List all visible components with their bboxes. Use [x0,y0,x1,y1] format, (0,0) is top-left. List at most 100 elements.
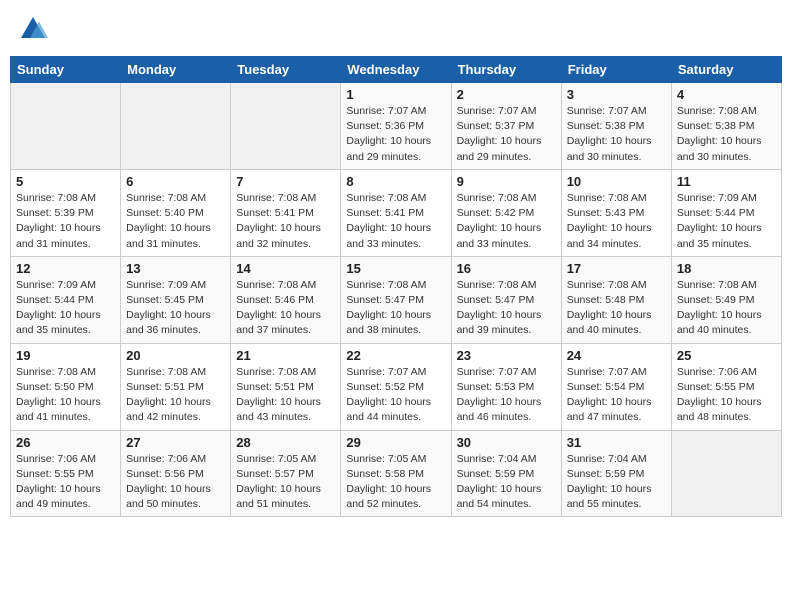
day-number: 13 [126,261,225,276]
calendar-day-cell: 27 Sunrise: 7:06 AMSunset: 5:56 PMDaylig… [121,430,231,517]
day-info: Sunrise: 7:07 AMSunset: 5:52 PMDaylight:… [346,365,445,426]
day-info: Sunrise: 7:08 AMSunset: 5:42 PMDaylight:… [457,191,556,252]
day-number: 25 [677,348,776,363]
weekday-header-wednesday: Wednesday [341,57,451,83]
calendar-day-cell: 6 Sunrise: 7:08 AMSunset: 5:40 PMDayligh… [121,169,231,256]
calendar-day-cell: 18 Sunrise: 7:08 AMSunset: 5:49 PMDaylig… [671,256,781,343]
day-info: Sunrise: 7:08 AMSunset: 5:43 PMDaylight:… [567,191,666,252]
calendar-day-cell: 20 Sunrise: 7:08 AMSunset: 5:51 PMDaylig… [121,343,231,430]
calendar-day-cell: 9 Sunrise: 7:08 AMSunset: 5:42 PMDayligh… [451,169,561,256]
day-number: 28 [236,435,335,450]
calendar-day-cell: 31 Sunrise: 7:04 AMSunset: 5:59 PMDaylig… [561,430,671,517]
day-number: 8 [346,174,445,189]
calendar-day-cell: 2 Sunrise: 7:07 AMSunset: 5:37 PMDayligh… [451,83,561,170]
day-number: 23 [457,348,556,363]
calendar-day-cell: 22 Sunrise: 7:07 AMSunset: 5:52 PMDaylig… [341,343,451,430]
day-number: 29 [346,435,445,450]
calendar-day-cell [671,430,781,517]
day-info: Sunrise: 7:07 AMSunset: 5:37 PMDaylight:… [457,104,556,165]
day-info: Sunrise: 7:08 AMSunset: 5:49 PMDaylight:… [677,278,776,339]
weekday-header-monday: Monday [121,57,231,83]
calendar-week-row: 19 Sunrise: 7:08 AMSunset: 5:50 PMDaylig… [11,343,782,430]
day-info: Sunrise: 7:08 AMSunset: 5:51 PMDaylight:… [126,365,225,426]
day-number: 20 [126,348,225,363]
calendar-day-cell: 17 Sunrise: 7:08 AMSunset: 5:48 PMDaylig… [561,256,671,343]
day-info: Sunrise: 7:08 AMSunset: 5:40 PMDaylight:… [126,191,225,252]
day-info: Sunrise: 7:06 AMSunset: 5:56 PMDaylight:… [126,452,225,513]
day-number: 27 [126,435,225,450]
day-info: Sunrise: 7:08 AMSunset: 5:46 PMDaylight:… [236,278,335,339]
calendar-day-cell: 1 Sunrise: 7:07 AMSunset: 5:36 PMDayligh… [341,83,451,170]
day-info: Sunrise: 7:07 AMSunset: 5:54 PMDaylight:… [567,365,666,426]
day-info: Sunrise: 7:08 AMSunset: 5:41 PMDaylight:… [346,191,445,252]
calendar-day-cell: 4 Sunrise: 7:08 AMSunset: 5:38 PMDayligh… [671,83,781,170]
day-number: 5 [16,174,115,189]
calendar-day-cell: 23 Sunrise: 7:07 AMSunset: 5:53 PMDaylig… [451,343,561,430]
calendar-day-cell: 28 Sunrise: 7:05 AMSunset: 5:57 PMDaylig… [231,430,341,517]
day-info: Sunrise: 7:06 AMSunset: 5:55 PMDaylight:… [677,365,776,426]
day-number: 16 [457,261,556,276]
logo-icon [18,14,48,44]
calendar-day-cell: 26 Sunrise: 7:06 AMSunset: 5:55 PMDaylig… [11,430,121,517]
weekday-header-tuesday: Tuesday [231,57,341,83]
day-number: 18 [677,261,776,276]
day-info: Sunrise: 7:05 AMSunset: 5:58 PMDaylight:… [346,452,445,513]
day-info: Sunrise: 7:08 AMSunset: 5:39 PMDaylight:… [16,191,115,252]
calendar-day-cell: 12 Sunrise: 7:09 AMSunset: 5:44 PMDaylig… [11,256,121,343]
calendar-day-cell: 29 Sunrise: 7:05 AMSunset: 5:58 PMDaylig… [341,430,451,517]
day-number: 26 [16,435,115,450]
calendar-week-row: 5 Sunrise: 7:08 AMSunset: 5:39 PMDayligh… [11,169,782,256]
weekday-header-row: SundayMondayTuesdayWednesdayThursdayFrid… [11,57,782,83]
calendar-day-cell: 25 Sunrise: 7:06 AMSunset: 5:55 PMDaylig… [671,343,781,430]
day-number: 19 [16,348,115,363]
day-number: 21 [236,348,335,363]
calendar-week-row: 12 Sunrise: 7:09 AMSunset: 5:44 PMDaylig… [11,256,782,343]
day-number: 9 [457,174,556,189]
calendar-day-cell: 10 Sunrise: 7:08 AMSunset: 5:43 PMDaylig… [561,169,671,256]
day-info: Sunrise: 7:08 AMSunset: 5:47 PMDaylight:… [346,278,445,339]
day-info: Sunrise: 7:09 AMSunset: 5:45 PMDaylight:… [126,278,225,339]
calendar-day-cell: 8 Sunrise: 7:08 AMSunset: 5:41 PMDayligh… [341,169,451,256]
day-number: 11 [677,174,776,189]
day-info: Sunrise: 7:07 AMSunset: 5:53 PMDaylight:… [457,365,556,426]
day-info: Sunrise: 7:09 AMSunset: 5:44 PMDaylight:… [677,191,776,252]
calendar-day-cell [121,83,231,170]
calendar-day-cell: 5 Sunrise: 7:08 AMSunset: 5:39 PMDayligh… [11,169,121,256]
weekday-header-friday: Friday [561,57,671,83]
day-info: Sunrise: 7:05 AMSunset: 5:57 PMDaylight:… [236,452,335,513]
day-number: 30 [457,435,556,450]
day-info: Sunrise: 7:04 AMSunset: 5:59 PMDaylight:… [457,452,556,513]
day-number: 24 [567,348,666,363]
day-number: 6 [126,174,225,189]
day-info: Sunrise: 7:09 AMSunset: 5:44 PMDaylight:… [16,278,115,339]
day-number: 22 [346,348,445,363]
calendar-table: SundayMondayTuesdayWednesdayThursdayFrid… [10,56,782,517]
calendar-day-cell: 13 Sunrise: 7:09 AMSunset: 5:45 PMDaylig… [121,256,231,343]
day-number: 2 [457,87,556,102]
weekday-header-saturday: Saturday [671,57,781,83]
day-number: 15 [346,261,445,276]
calendar-day-cell: 7 Sunrise: 7:08 AMSunset: 5:41 PMDayligh… [231,169,341,256]
day-info: Sunrise: 7:08 AMSunset: 5:51 PMDaylight:… [236,365,335,426]
page-header [10,10,782,48]
day-info: Sunrise: 7:07 AMSunset: 5:36 PMDaylight:… [346,104,445,165]
day-number: 7 [236,174,335,189]
day-info: Sunrise: 7:08 AMSunset: 5:48 PMDaylight:… [567,278,666,339]
calendar-day-cell [231,83,341,170]
logo [18,14,52,44]
day-info: Sunrise: 7:08 AMSunset: 5:41 PMDaylight:… [236,191,335,252]
calendar-week-row: 26 Sunrise: 7:06 AMSunset: 5:55 PMDaylig… [11,430,782,517]
calendar-day-cell: 11 Sunrise: 7:09 AMSunset: 5:44 PMDaylig… [671,169,781,256]
calendar-week-row: 1 Sunrise: 7:07 AMSunset: 5:36 PMDayligh… [11,83,782,170]
day-info: Sunrise: 7:08 AMSunset: 5:50 PMDaylight:… [16,365,115,426]
day-info: Sunrise: 7:07 AMSunset: 5:38 PMDaylight:… [567,104,666,165]
calendar-day-cell: 15 Sunrise: 7:08 AMSunset: 5:47 PMDaylig… [341,256,451,343]
calendar-day-cell: 19 Sunrise: 7:08 AMSunset: 5:50 PMDaylig… [11,343,121,430]
day-info: Sunrise: 7:04 AMSunset: 5:59 PMDaylight:… [567,452,666,513]
day-info: Sunrise: 7:08 AMSunset: 5:38 PMDaylight:… [677,104,776,165]
day-number: 17 [567,261,666,276]
calendar-day-cell: 24 Sunrise: 7:07 AMSunset: 5:54 PMDaylig… [561,343,671,430]
calendar-day-cell: 30 Sunrise: 7:04 AMSunset: 5:59 PMDaylig… [451,430,561,517]
day-number: 14 [236,261,335,276]
day-number: 1 [346,87,445,102]
